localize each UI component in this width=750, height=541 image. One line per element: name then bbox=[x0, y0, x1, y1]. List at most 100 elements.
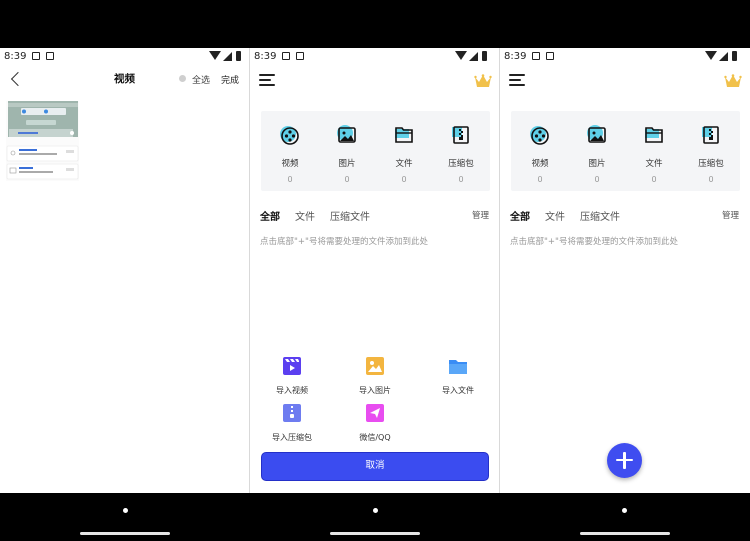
menu-icon[interactable] bbox=[509, 74, 525, 86]
home-dot bbox=[373, 508, 378, 513]
send-icon bbox=[366, 404, 384, 422]
crown-icon[interactable] bbox=[474, 74, 492, 88]
status-time: 8:39 bbox=[254, 51, 277, 62]
manage-button[interactable]: 管理 bbox=[722, 209, 739, 221]
folder-icon bbox=[645, 127, 663, 143]
category-count: 0 bbox=[651, 175, 657, 184]
select-all-button[interactable]: 全选 bbox=[192, 73, 210, 86]
import-label: 导入文件 bbox=[442, 386, 474, 395]
category-label: 图片 bbox=[338, 159, 356, 169]
empty-hint: 点击底部"+"号将需要处理的文件添加到此处 bbox=[510, 237, 678, 247]
video-thumbnail[interactable] bbox=[6, 101, 79, 181]
clapperboard-icon bbox=[283, 357, 301, 375]
category-video[interactable]: 视频 0 bbox=[518, 123, 562, 184]
home-gesture-bar[interactable] bbox=[330, 532, 420, 535]
signal-icon bbox=[223, 52, 232, 61]
add-button[interactable] bbox=[607, 443, 642, 478]
category-zip[interactable]: 压缩包 0 bbox=[439, 123, 483, 184]
category-label: 视频 bbox=[281, 159, 299, 169]
category-label: 视频 bbox=[531, 159, 549, 169]
category-count: 0 bbox=[537, 175, 543, 184]
screen-home: 8:39 视频 0 图片 0 文件 0 压缩包 0 全部 文件 压缩文件 管理 … bbox=[500, 48, 749, 493]
category-file[interactable]: 文件 0 bbox=[382, 123, 426, 184]
category-count: 0 bbox=[401, 175, 407, 184]
wifi-icon bbox=[209, 51, 221, 60]
notification-icon bbox=[532, 52, 540, 60]
home-gesture-bar[interactable] bbox=[80, 532, 170, 535]
select-all-radio[interactable] bbox=[179, 75, 186, 82]
import-zip-button[interactable]: 导入压缩包 bbox=[256, 403, 328, 443]
notification-icon bbox=[46, 52, 54, 60]
image-icon bbox=[587, 125, 606, 143]
import-video-button[interactable]: 导入视频 bbox=[256, 356, 328, 396]
status-bar: 8:39 bbox=[500, 48, 749, 66]
category-image[interactable]: 图片 0 bbox=[575, 123, 619, 184]
battery-icon bbox=[236, 51, 241, 61]
menu-icon[interactable] bbox=[259, 74, 275, 86]
import-wechat-qq-button[interactable]: 微信/QQ bbox=[339, 403, 411, 443]
category-video[interactable]: 视频 0 bbox=[268, 123, 312, 184]
manage-button[interactable]: 管理 bbox=[472, 209, 489, 221]
plus-icon bbox=[623, 452, 626, 469]
image-icon bbox=[366, 357, 384, 375]
tab-archives[interactable]: 压缩文件 bbox=[580, 208, 620, 223]
crown-icon[interactable] bbox=[724, 74, 742, 88]
zip-icon bbox=[283, 404, 301, 422]
header bbox=[250, 66, 499, 94]
tab-archives[interactable]: 压缩文件 bbox=[330, 208, 370, 223]
image-icon bbox=[337, 125, 356, 143]
category-count: 0 bbox=[708, 175, 714, 184]
screen-import-menu: 8:39 视频 0 图片 0 文件 0 压缩包 0 全部 文件 压缩文件 管理 … bbox=[250, 48, 499, 493]
tab-all[interactable]: 全部 bbox=[260, 208, 280, 223]
status-indicators bbox=[455, 51, 493, 63]
status-time: 8:39 bbox=[4, 51, 27, 62]
video-reel-icon bbox=[530, 126, 549, 145]
import-image-button[interactable]: 导入图片 bbox=[339, 356, 411, 396]
import-file-button[interactable]: 导入文件 bbox=[422, 356, 494, 396]
video-reel-icon bbox=[280, 126, 299, 145]
category-count: 0 bbox=[594, 175, 600, 184]
notification-icon bbox=[282, 52, 290, 60]
category-count: 0 bbox=[458, 175, 464, 184]
home-dot bbox=[123, 508, 128, 513]
zip-icon bbox=[702, 126, 719, 144]
tab-files[interactable]: 文件 bbox=[545, 208, 565, 223]
category-file[interactable]: 文件 0 bbox=[632, 123, 676, 184]
category-zip[interactable]: 压缩包 0 bbox=[689, 123, 733, 184]
header: 视频 全选 完成 bbox=[0, 66, 249, 94]
category-image[interactable]: 图片 0 bbox=[325, 123, 369, 184]
import-label: 微信/QQ bbox=[359, 433, 391, 442]
status-time: 8:39 bbox=[504, 51, 527, 62]
status-indicators bbox=[705, 51, 743, 63]
filter-tabs: 全部 文件 压缩文件 管理 bbox=[260, 208, 489, 224]
category-label: 压缩包 bbox=[698, 159, 724, 169]
top-black-bar bbox=[0, 0, 750, 48]
filter-tabs: 全部 文件 压缩文件 管理 bbox=[510, 208, 739, 224]
notification-icon bbox=[546, 52, 554, 60]
category-count: 0 bbox=[344, 175, 350, 184]
empty-hint: 点击底部"+"号将需要处理的文件添加到此处 bbox=[260, 237, 428, 247]
folder-icon bbox=[395, 127, 413, 143]
tab-files[interactable]: 文件 bbox=[295, 208, 315, 223]
status-bar: 8:39 bbox=[0, 48, 249, 66]
cancel-button[interactable]: 取消 bbox=[261, 452, 489, 481]
category-card: 视频 0 图片 0 文件 0 压缩包 0 bbox=[261, 111, 490, 191]
notification-icon bbox=[32, 52, 40, 60]
import-label: 导入视频 bbox=[276, 386, 308, 395]
import-label: 导入压缩包 bbox=[272, 433, 312, 442]
done-button[interactable]: 完成 bbox=[221, 73, 239, 86]
status-bar: 8:39 bbox=[250, 48, 499, 66]
category-label: 压缩包 bbox=[448, 159, 474, 169]
battery-icon bbox=[732, 51, 737, 61]
folder-icon bbox=[449, 360, 467, 374]
category-label: 图片 bbox=[588, 159, 606, 169]
tab-all[interactable]: 全部 bbox=[510, 208, 530, 223]
signal-icon bbox=[719, 52, 728, 61]
zip-icon bbox=[452, 126, 469, 144]
category-count: 0 bbox=[287, 175, 293, 184]
import-label: 导入图片 bbox=[359, 386, 391, 395]
screens-container: 8:39 视频 全选 完成 8:39 视频 0 图片 0 文件 0 压缩包 0 … bbox=[0, 48, 750, 493]
header bbox=[500, 66, 749, 94]
category-label: 文件 bbox=[645, 159, 663, 169]
home-gesture-bar[interactable] bbox=[580, 532, 670, 535]
